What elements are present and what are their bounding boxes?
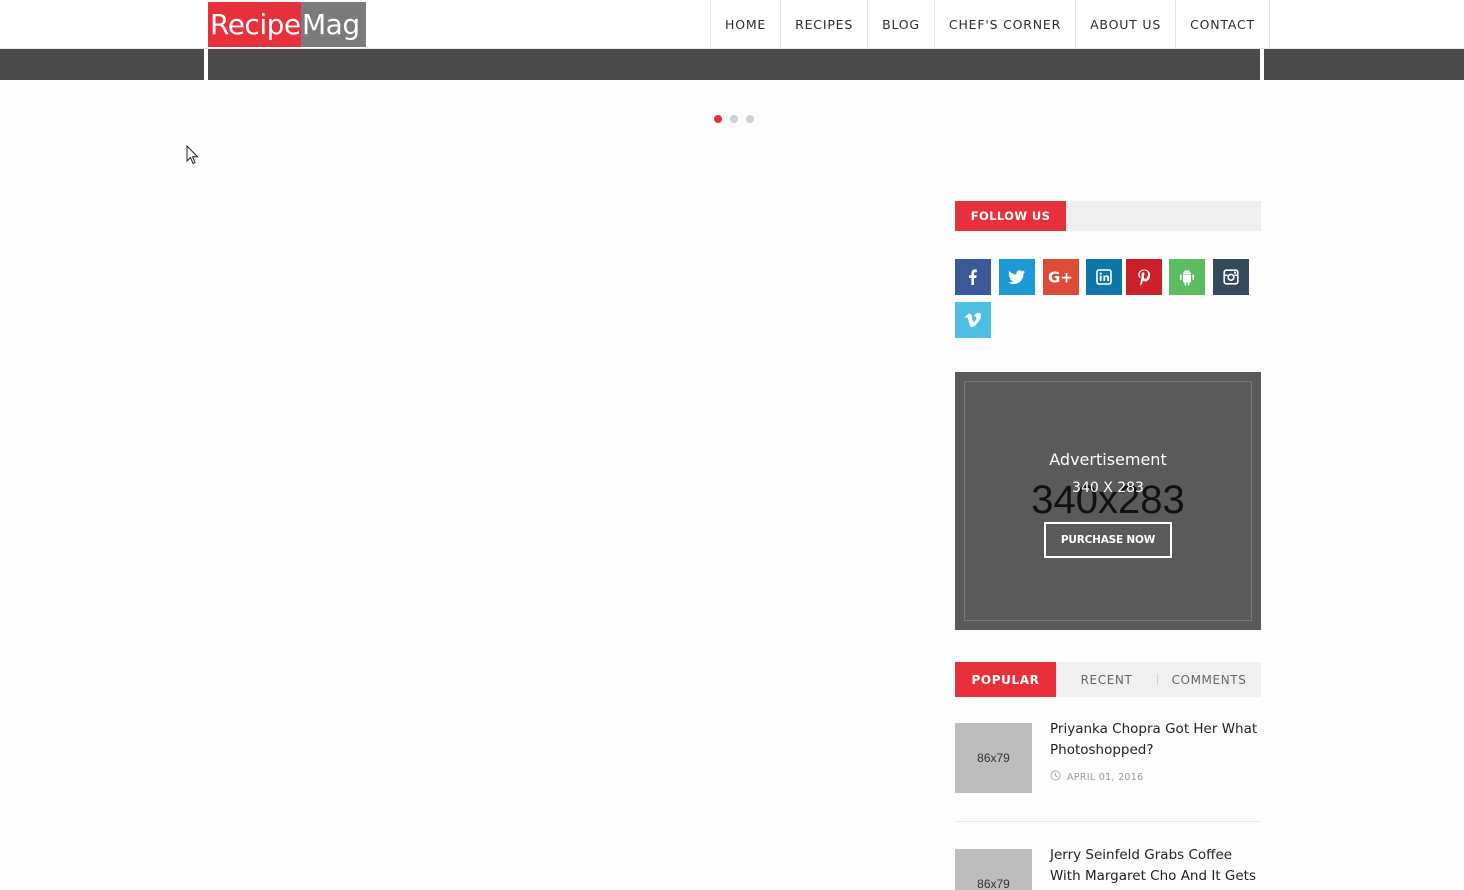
slider-dot-2[interactable] [730,115,738,123]
post-date: APRIL 01, 2016 [1050,770,1143,784]
advertisement-box: 340x283 Advertisement 340 X 283 PURCHASE… [955,372,1261,630]
band-divider-right [1260,49,1264,80]
clock-icon [1050,770,1061,784]
list-item: 86x79 Jerry Seinfeld Grabs Coffee With M… [955,845,1261,890]
main-nav: HOME RECIPES BLOG CHEF'S CORNER ABOUT US… [710,0,1270,48]
twitter-icon[interactable] [999,259,1035,295]
slider-dot-1[interactable] [714,115,722,123]
tab-comments-label: COMMENTS [1171,672,1247,687]
facebook-icon[interactable] [955,259,991,295]
tab-popular[interactable]: POPULAR [955,662,1056,697]
nav-item-chefs-corner[interactable]: CHEF'S CORNER [933,0,1075,48]
post-title[interactable]: Jerry Seinfeld Grabs Coffee With Margare… [1050,845,1264,887]
post-title[interactable]: Priyanka Chopra Got Her What Photoshoppe… [1050,719,1264,761]
mouse-cursor-icon [186,144,200,170]
slider-dot-3[interactable] [746,115,754,123]
post-date-text: APRIL 01, 2016 [1067,771,1144,783]
post-divider [955,821,1261,822]
post-thumbnail[interactable]: 86x79 [955,723,1032,793]
list-item: 86x79 Priyanka Chopra Got Her What Photo… [955,719,1261,799]
ad-size-label: 340 X 283 [1072,480,1144,496]
header-band [0,49,1464,80]
follow-us-title: FOLLOW US [955,201,1066,231]
svg-text:G+: G+ [1048,269,1073,285]
pinterest-icon[interactable] [1126,259,1162,295]
nav-item-home[interactable]: HOME [710,0,780,48]
logo-part-mag: Mag [301,2,366,47]
follow-us-header: FOLLOW US [955,201,1261,231]
tab-separator [1157,674,1158,685]
vimeo-icon[interactable] [955,302,991,338]
logo-part-recipe: Recipe [208,2,301,47]
post-thumbnail[interactable]: 86x79 [955,849,1032,890]
nav-item-contact[interactable]: CONTACT [1175,0,1270,48]
purchase-now-button[interactable]: PURCHASE NOW [1044,522,1172,558]
nav-item-blog[interactable]: BLOG [867,0,934,48]
nav-item-about-us[interactable]: ABOUT US [1075,0,1175,48]
android-icon[interactable] [1169,259,1205,295]
site-logo[interactable]: Recipe Mag [208,2,366,47]
tab-recent[interactable]: RECENT [1056,662,1157,697]
tab-comments[interactable]: COMMENTS [1157,662,1261,697]
slider-pagination [714,115,754,123]
google-plus-icon[interactable]: G+ [1043,259,1079,295]
ad-title: Advertisement [1049,450,1167,469]
instagram-icon[interactable] [1213,259,1249,295]
linkedin-icon[interactable] [1086,259,1122,295]
posts-tabs: POPULAR RECENT COMMENTS [955,662,1261,697]
nav-item-recipes[interactable]: RECIPES [780,0,867,48]
band-divider-left [204,49,208,80]
site-header: Recipe Mag HOME RECIPES BLOG CHEF'S CORN… [0,0,1464,49]
